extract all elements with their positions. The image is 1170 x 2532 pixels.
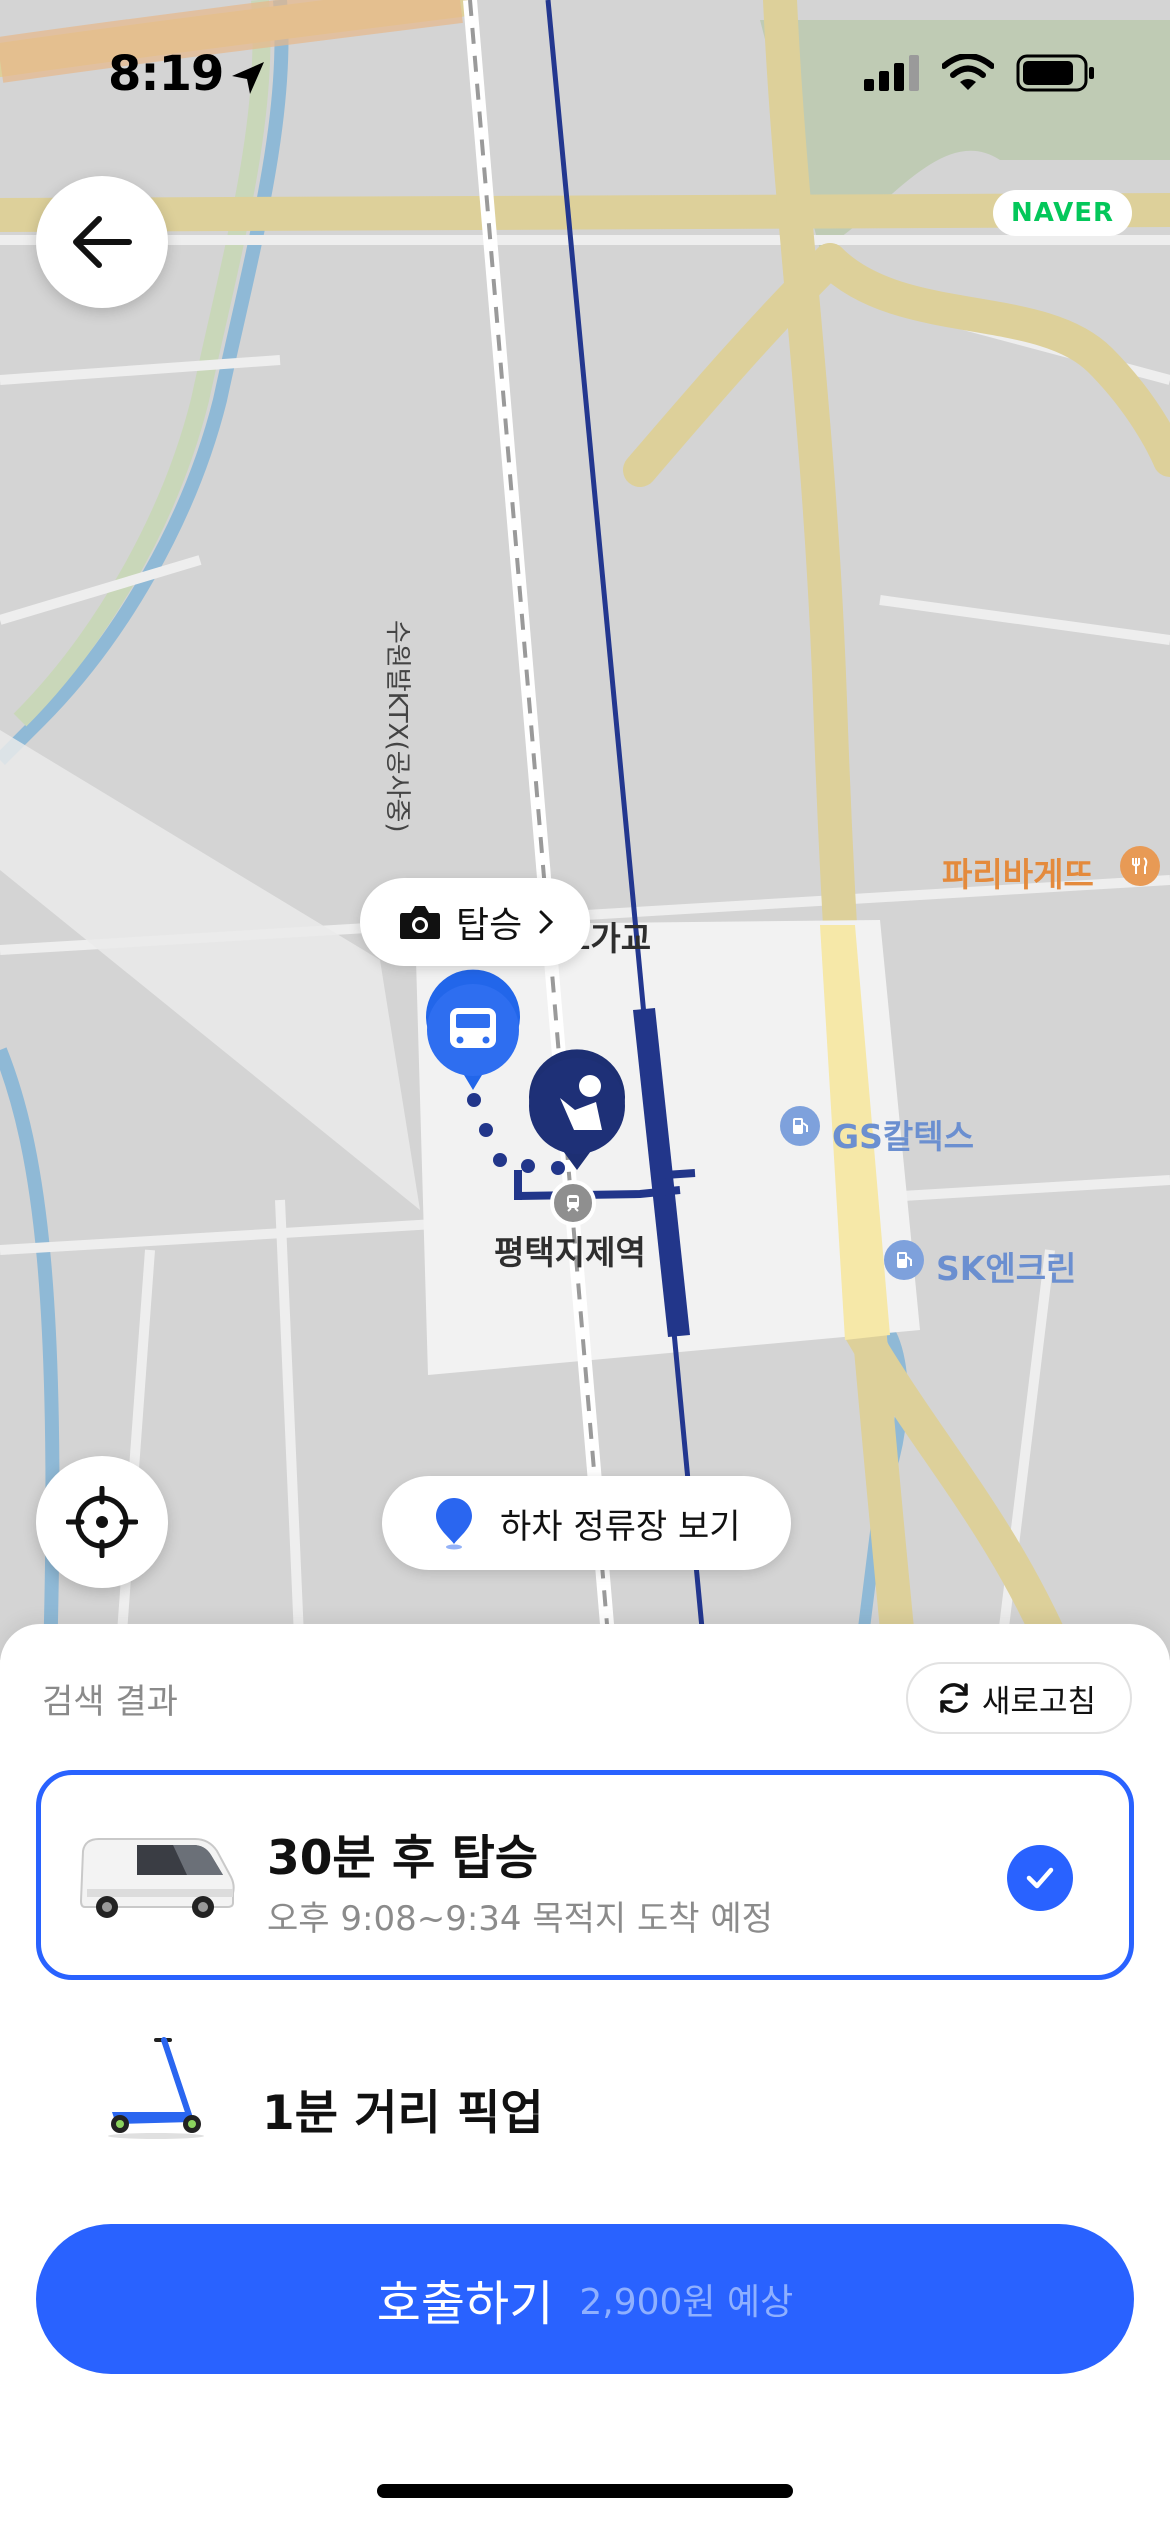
boarding-chip-label: 탑승 — [456, 905, 523, 946]
current-location-button[interactable] — [36, 1456, 168, 1588]
naver-logo: NAVER — [992, 190, 1132, 236]
refresh-label: 새로고침 — [981, 1683, 1096, 1720]
call-button-label: 호출하기 — [376, 2276, 554, 2332]
bakery-label[interactable]: 파리바게뜨 — [942, 848, 1094, 896]
map-base-layer — [0, 0, 1170, 1660]
gas-station-icon[interactable] — [780, 1106, 820, 1146]
status-time: 8:19 — [108, 46, 224, 102]
boarding-photo-chip[interactable]: 탑승 — [360, 878, 591, 966]
view-dropoff-stop-button[interactable]: 하차 정류장 보기 — [382, 1476, 791, 1570]
map-view[interactable]: 평택지제역 고가교 GS칼텍스 SK엔크린 파리바게뜨 수원발KTX(공사중) … — [0, 0, 1170, 1660]
call-ride-button[interactable]: 호출하기 2,900원 예상 — [36, 2224, 1134, 2374]
refresh-icon — [940, 1683, 968, 1713]
battery-icon — [1016, 54, 1094, 92]
camera-icon — [400, 906, 440, 939]
refresh-button[interactable]: 새로고침 — [905, 1662, 1132, 1734]
van-icon — [79, 1838, 235, 1918]
signal-icon — [864, 55, 919, 91]
gas-station-icon[interactable] — [884, 1240, 924, 1280]
home-indicator[interactable] — [377, 2484, 793, 2498]
pin-icon — [436, 1498, 472, 1550]
rail-line-label: 수원발KTX(공사중) — [382, 620, 412, 833]
selected-check-icon — [1007, 1845, 1073, 1911]
status-icons — [864, 54, 1096, 92]
chevron-right-icon — [539, 910, 554, 934]
station-label: 평택지제역 — [494, 1233, 646, 1272]
dropoff-chip-label: 하차 정류장 보기 — [500, 1506, 741, 1547]
scooter-icon — [108, 2037, 204, 2139]
estimated-fare: 2,900원 예상 — [579, 2282, 794, 2323]
back-button[interactable] — [36, 176, 168, 308]
gas-station-label[interactable]: SK엔크린 — [936, 1242, 1076, 1290]
restaurant-icon[interactable] — [1120, 846, 1160, 886]
wifi-icon — [942, 54, 994, 90]
arrow-left-icon — [73, 216, 132, 268]
location-arrow-icon — [232, 62, 264, 94]
gas-station-label[interactable]: GS칼텍스 — [832, 1110, 974, 1158]
ride-option-eta: 오후 9:08~9:34 목적지 도착 예정 — [267, 1899, 773, 1939]
ride-option-title: 30분 후 탑승 — [267, 1831, 539, 1886]
bottom-sheet: 검색 결과 새로고침 30분 후 탑승 오후 9:08~9:34 목적지 도착 … — [0, 1624, 1170, 2532]
crosshair-icon — [66, 1486, 138, 1558]
station-icon — [550, 1180, 596, 1226]
ride-option-card[interactable]: 30분 후 탑승 오후 9:08~9:34 목적지 도착 예정 — [36, 1770, 1134, 1980]
pickup-option-card[interactable]: 1분 거리 픽업 — [36, 2002, 1134, 2212]
pickup-option-title: 1분 거리 픽업 — [262, 2086, 544, 2141]
results-title: 검색 결과 — [42, 1682, 178, 1722]
